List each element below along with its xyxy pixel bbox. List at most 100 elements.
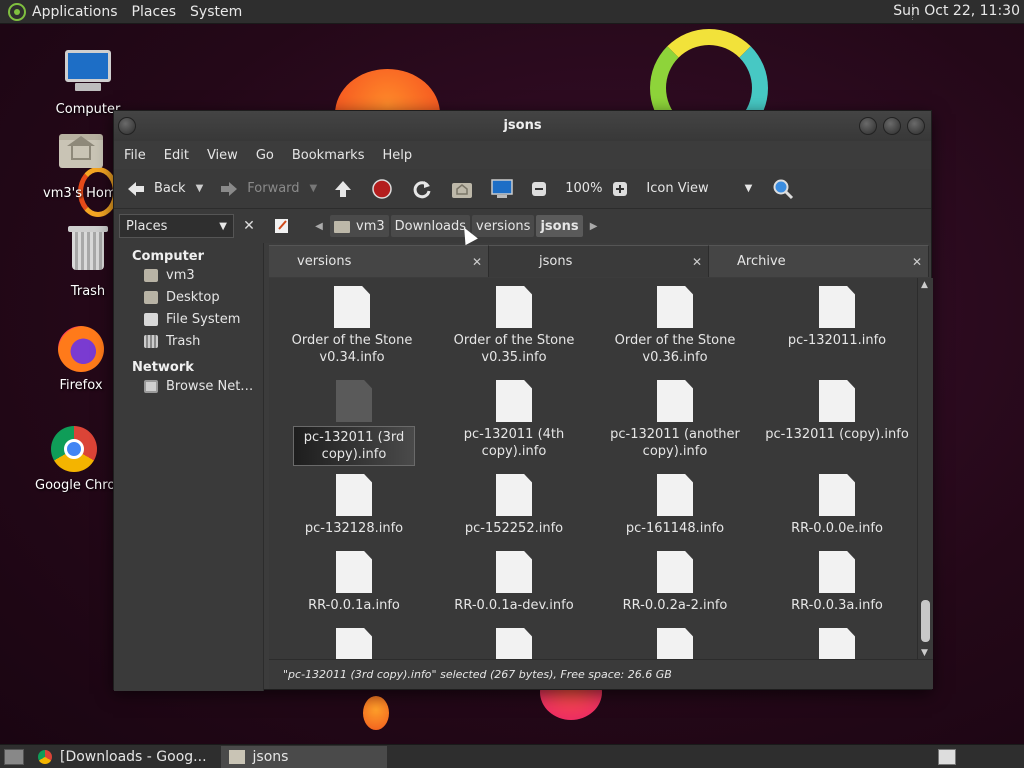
desktop-icon-chrome[interactable]: Google Chrome bbox=[35, 426, 113, 493]
trash-icon bbox=[144, 335, 158, 348]
file-item-partial[interactable] bbox=[279, 628, 429, 660]
file-item[interactable]: RR-0.0.1a.info bbox=[279, 551, 429, 614]
document-icon bbox=[657, 474, 693, 516]
file-name: RR-0.0.1a-dev.info bbox=[454, 598, 574, 613]
file-item[interactable]: pc-132011 (4th copy).info bbox=[439, 380, 589, 460]
computer-button[interactable] bbox=[491, 178, 521, 199]
applications-menu[interactable]: Applications bbox=[32, 4, 118, 20]
show-desktop-button[interactable] bbox=[4, 748, 24, 765]
stop-button[interactable] bbox=[371, 178, 401, 200]
file-item[interactable]: pc-132128.info bbox=[279, 474, 429, 537]
document-icon bbox=[819, 474, 855, 516]
file-item-partial[interactable] bbox=[600, 628, 750, 660]
menu-file[interactable]: File bbox=[124, 148, 146, 163]
file-item[interactable]: pc-152252.info bbox=[439, 474, 589, 537]
close-tab-icon[interactable]: ✕ bbox=[472, 255, 482, 269]
tab-jsons[interactable]: jsons ✕ bbox=[489, 245, 709, 277]
taskbar-item-jsons[interactable]: jsons bbox=[220, 745, 387, 768]
file-item[interactable]: pc-161148.info bbox=[600, 474, 750, 537]
back-button[interactable]: Back bbox=[126, 180, 186, 198]
tab-archive[interactable]: Archive ✕ bbox=[709, 245, 929, 277]
file-name: Order of the Stone v0.34.info bbox=[291, 333, 413, 365]
zoom-level: 100% bbox=[565, 181, 603, 196]
crumb-downloads[interactable]: Downloads bbox=[390, 215, 471, 237]
maximize-button[interactable] bbox=[883, 117, 901, 135]
window-menu-button[interactable] bbox=[118, 117, 136, 135]
search-button[interactable] bbox=[772, 178, 802, 200]
desktop-icon-computer[interactable]: Computer bbox=[43, 46, 133, 117]
file-item[interactable]: pc-132011.info bbox=[762, 286, 912, 349]
file-item[interactable]: Order of the Stone v0.36.info bbox=[600, 286, 750, 366]
drive-icon bbox=[144, 313, 158, 326]
crumb-vm3[interactable]: vm3 bbox=[330, 215, 389, 237]
top-panel: Applications Places System Sun Oct 22, 1… bbox=[0, 0, 1024, 24]
close-tab-icon[interactable]: ✕ bbox=[912, 255, 922, 269]
forward-history-dropdown[interactable]: ▼ bbox=[310, 183, 318, 194]
workspace-switcher[interactable] bbox=[938, 749, 956, 765]
places-menu[interactable]: Places bbox=[132, 4, 177, 20]
file-item-partial[interactable] bbox=[439, 628, 589, 660]
file-item[interactable]: RR-0.0.2a-2.info bbox=[600, 551, 750, 614]
close-sidebar-icon[interactable]: ✕ bbox=[238, 215, 260, 237]
file-icon-view[interactable]: Order of the Stone v0.34.info Order of t… bbox=[269, 278, 917, 660]
crumb-jsons[interactable]: jsons bbox=[536, 215, 583, 237]
scroll-up-arrow-icon[interactable]: ▲ bbox=[921, 280, 928, 290]
file-item[interactable]: RR-0.0.3a.info bbox=[762, 551, 912, 614]
tab-versions[interactable]: versions ✕ bbox=[269, 245, 489, 277]
desktop-icon-home[interactable]: vm3's Home bbox=[43, 126, 119, 201]
toggle-location-entry-button[interactable] bbox=[270, 215, 294, 237]
sidebar-item-label: Trash bbox=[166, 334, 201, 349]
menu-go[interactable]: Go bbox=[256, 148, 274, 163]
window-titlebar[interactable]: jsons bbox=[114, 111, 931, 141]
sidebar-item-label: vm3 bbox=[166, 268, 195, 283]
clock[interactable]: Sun Oct 22, 11:30 bbox=[893, 3, 1020, 19]
sidebar-item-desktop[interactable]: Desktop bbox=[114, 286, 263, 308]
file-item[interactable]: Order of the Stone v0.34.info bbox=[277, 286, 427, 366]
vertical-scrollbar[interactable]: ▲ ▼ bbox=[917, 278, 933, 660]
menubar: File Edit View Go Bookmarks Help bbox=[114, 141, 931, 169]
view-mode-select[interactable]: Icon View ▼ bbox=[646, 181, 752, 196]
file-item[interactable]: pc-132011 (copy).info bbox=[762, 380, 912, 443]
sidebar-type-select[interactable]: Places ▼ bbox=[119, 214, 234, 238]
places-sidebar: Computer vm3 Desktop File System Trash N… bbox=[114, 243, 264, 691]
file-item-selected[interactable]: pc-132011 (3rd copy).info bbox=[279, 380, 429, 466]
menu-help[interactable]: Help bbox=[382, 148, 412, 163]
taskbar-item-chrome[interactable]: [Downloads - Goog... bbox=[30, 746, 215, 768]
close-button[interactable] bbox=[907, 117, 925, 135]
close-tab-icon[interactable]: ✕ bbox=[692, 255, 702, 269]
menu-edit[interactable]: Edit bbox=[164, 148, 189, 163]
file-item-partial[interactable] bbox=[762, 628, 912, 660]
desktop-icon-firefox[interactable]: Firefox bbox=[43, 326, 119, 393]
zoom-out-button[interactable] bbox=[531, 181, 555, 197]
sidebar-item-vm3[interactable]: vm3 bbox=[114, 264, 263, 286]
zoom-in-button[interactable] bbox=[612, 181, 636, 197]
reload-button[interactable] bbox=[411, 178, 441, 200]
document-icon bbox=[819, 551, 855, 593]
crumb-versions[interactable]: versions bbox=[472, 215, 535, 237]
sidebar-item-trash[interactable]: Trash bbox=[114, 330, 263, 352]
home-folder-icon bbox=[334, 221, 350, 233]
distro-logo-icon[interactable] bbox=[8, 2, 26, 21]
menu-view[interactable]: View bbox=[207, 148, 238, 163]
sidebar-item-browse-network[interactable]: Browse Net… bbox=[114, 375, 263, 397]
path-scroll-right-button[interactable]: ▶ bbox=[585, 215, 603, 237]
sidebar-item-file-system[interactable]: File System bbox=[114, 308, 263, 330]
minimize-button[interactable] bbox=[859, 117, 877, 135]
path-scroll-left-button[interactable]: ◀ bbox=[310, 215, 328, 237]
file-item[interactable]: pc-132011 (another copy).info bbox=[600, 380, 750, 460]
path-bar: ◀ vm3 Downloads versions jsons ▶ bbox=[270, 215, 605, 237]
scrollbar-thumb[interactable] bbox=[921, 600, 930, 642]
system-menu[interactable]: System bbox=[190, 4, 242, 20]
up-button[interactable] bbox=[333, 179, 361, 199]
file-item[interactable]: RR-0.0.0e.info bbox=[762, 474, 912, 537]
back-history-dropdown[interactable]: ▼ bbox=[196, 183, 204, 194]
file-item[interactable]: RR-0.0.1a-dev.info bbox=[439, 551, 589, 614]
forward-button[interactable]: Forward bbox=[219, 180, 300, 198]
file-name: RR-0.0.3a.info bbox=[791, 598, 883, 613]
home-button[interactable] bbox=[451, 179, 481, 199]
toolbar: Back ▼ Forward ▼ 100% Icon View ▼ bbox=[114, 169, 931, 209]
scroll-down-arrow-icon[interactable]: ▼ bbox=[921, 648, 928, 658]
back-arrow-icon bbox=[128, 181, 144, 196]
file-item[interactable]: Order of the Stone v0.35.info bbox=[439, 286, 589, 366]
menu-bookmarks[interactable]: Bookmarks bbox=[292, 148, 365, 163]
